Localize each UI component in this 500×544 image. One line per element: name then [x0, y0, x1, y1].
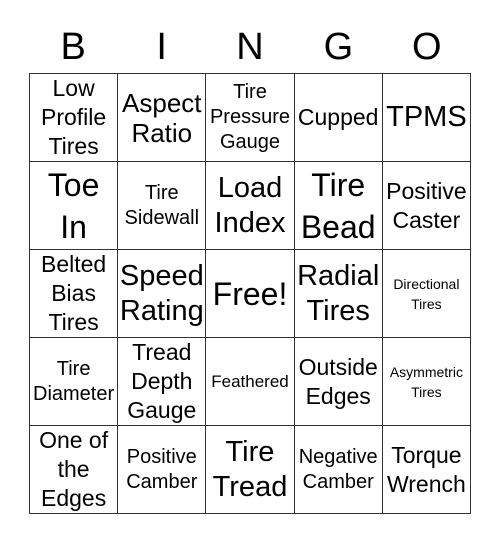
free-space[interactable]: Free! — [206, 250, 295, 338]
bingo-cell[interactable]: Positive Caster — [382, 162, 471, 250]
cell-label: Tire Pressure Gauge — [209, 81, 290, 153]
cell-label: Positive Camber — [126, 445, 198, 493]
cell-label: Tire Bead — [300, 166, 376, 245]
cell-label: One of the Edges — [39, 427, 109, 511]
cell-label: Toe In — [47, 166, 100, 245]
bingo-card: Low Profile Tires Aspect Ratio Tire Pres… — [29, 73, 471, 514]
cell-label: Positive Caster — [386, 177, 467, 233]
cell-label: Tire Diameter — [33, 357, 115, 405]
bingo-cell[interactable]: Feathered — [206, 338, 295, 426]
bingo-cell[interactable]: Tire Bead — [294, 162, 383, 250]
cell-label: Directional Tires — [393, 275, 460, 312]
bingo-cell[interactable]: Speed Rating — [118, 250, 207, 338]
bingo-cell[interactable]: One of the Edges — [30, 426, 119, 514]
bingo-cell[interactable]: Toe In — [30, 162, 119, 250]
header-letter-g: G — [323, 26, 354, 68]
bingo-cell[interactable]: Negative Camber — [294, 426, 383, 514]
bingo-cell[interactable]: Directional Tires — [382, 250, 471, 338]
header-letter-i: I — [156, 26, 167, 68]
bingo-cell[interactable]: Tire Pressure Gauge — [206, 74, 295, 162]
bingo-cell[interactable]: Radial Tires — [294, 250, 383, 338]
cell-label: Aspect Ratio — [122, 87, 202, 148]
bingo-cell[interactable]: Torque Wrench — [382, 426, 471, 514]
bingo-cell[interactable]: Tire Diameter — [30, 338, 119, 426]
cell-label: Tire Tread — [212, 435, 288, 503]
header-letter-o: O — [412, 26, 442, 68]
bingo-header: B I N G O — [29, 24, 471, 70]
cell-label: Torque Wrench — [386, 441, 466, 497]
cell-label: Tread Depth Gauge — [127, 339, 197, 423]
bingo-cell[interactable]: Belted Bias Tires — [30, 250, 119, 338]
cell-label: Low Profile Tires — [40, 75, 107, 159]
cell-label: Asymmetric Tires — [389, 363, 463, 400]
cell-label: Tire Sidewall — [124, 181, 200, 229]
cell-label: Radial Tires — [297, 259, 380, 327]
cell-label: Load Index — [214, 171, 286, 239]
bingo-cell[interactable]: Asymmetric Tires — [382, 338, 471, 426]
cell-label: Feathered — [211, 371, 289, 391]
bingo-cell[interactable]: TPMS — [382, 74, 471, 162]
cell-label: TPMS — [386, 101, 467, 133]
bingo-cell[interactable]: Tire Sidewall — [118, 162, 207, 250]
cell-label: Negative Camber — [298, 445, 378, 493]
bingo-cell[interactable]: Tire Tread — [206, 426, 295, 514]
header-letter-n: N — [236, 26, 264, 68]
bingo-cell[interactable]: Positive Camber — [118, 426, 207, 514]
cell-label: Belted Bias Tires — [40, 251, 107, 335]
cell-label: Outside Edges — [298, 353, 378, 409]
cell-label: Cupped — [297, 104, 379, 130]
bingo-cell[interactable]: Low Profile Tires — [30, 74, 119, 162]
bingo-cell[interactable]: Aspect Ratio — [118, 74, 207, 162]
bingo-cell[interactable]: Outside Edges — [294, 338, 383, 426]
bingo-cell[interactable]: Load Index — [206, 162, 295, 250]
cell-label: Speed Rating — [119, 259, 204, 327]
cell-label: Free! — [212, 275, 288, 312]
bingo-cell[interactable]: Cupped — [294, 74, 383, 162]
bingo-cell[interactable]: Tread Depth Gauge — [118, 338, 207, 426]
header-letter-b: B — [60, 26, 86, 68]
